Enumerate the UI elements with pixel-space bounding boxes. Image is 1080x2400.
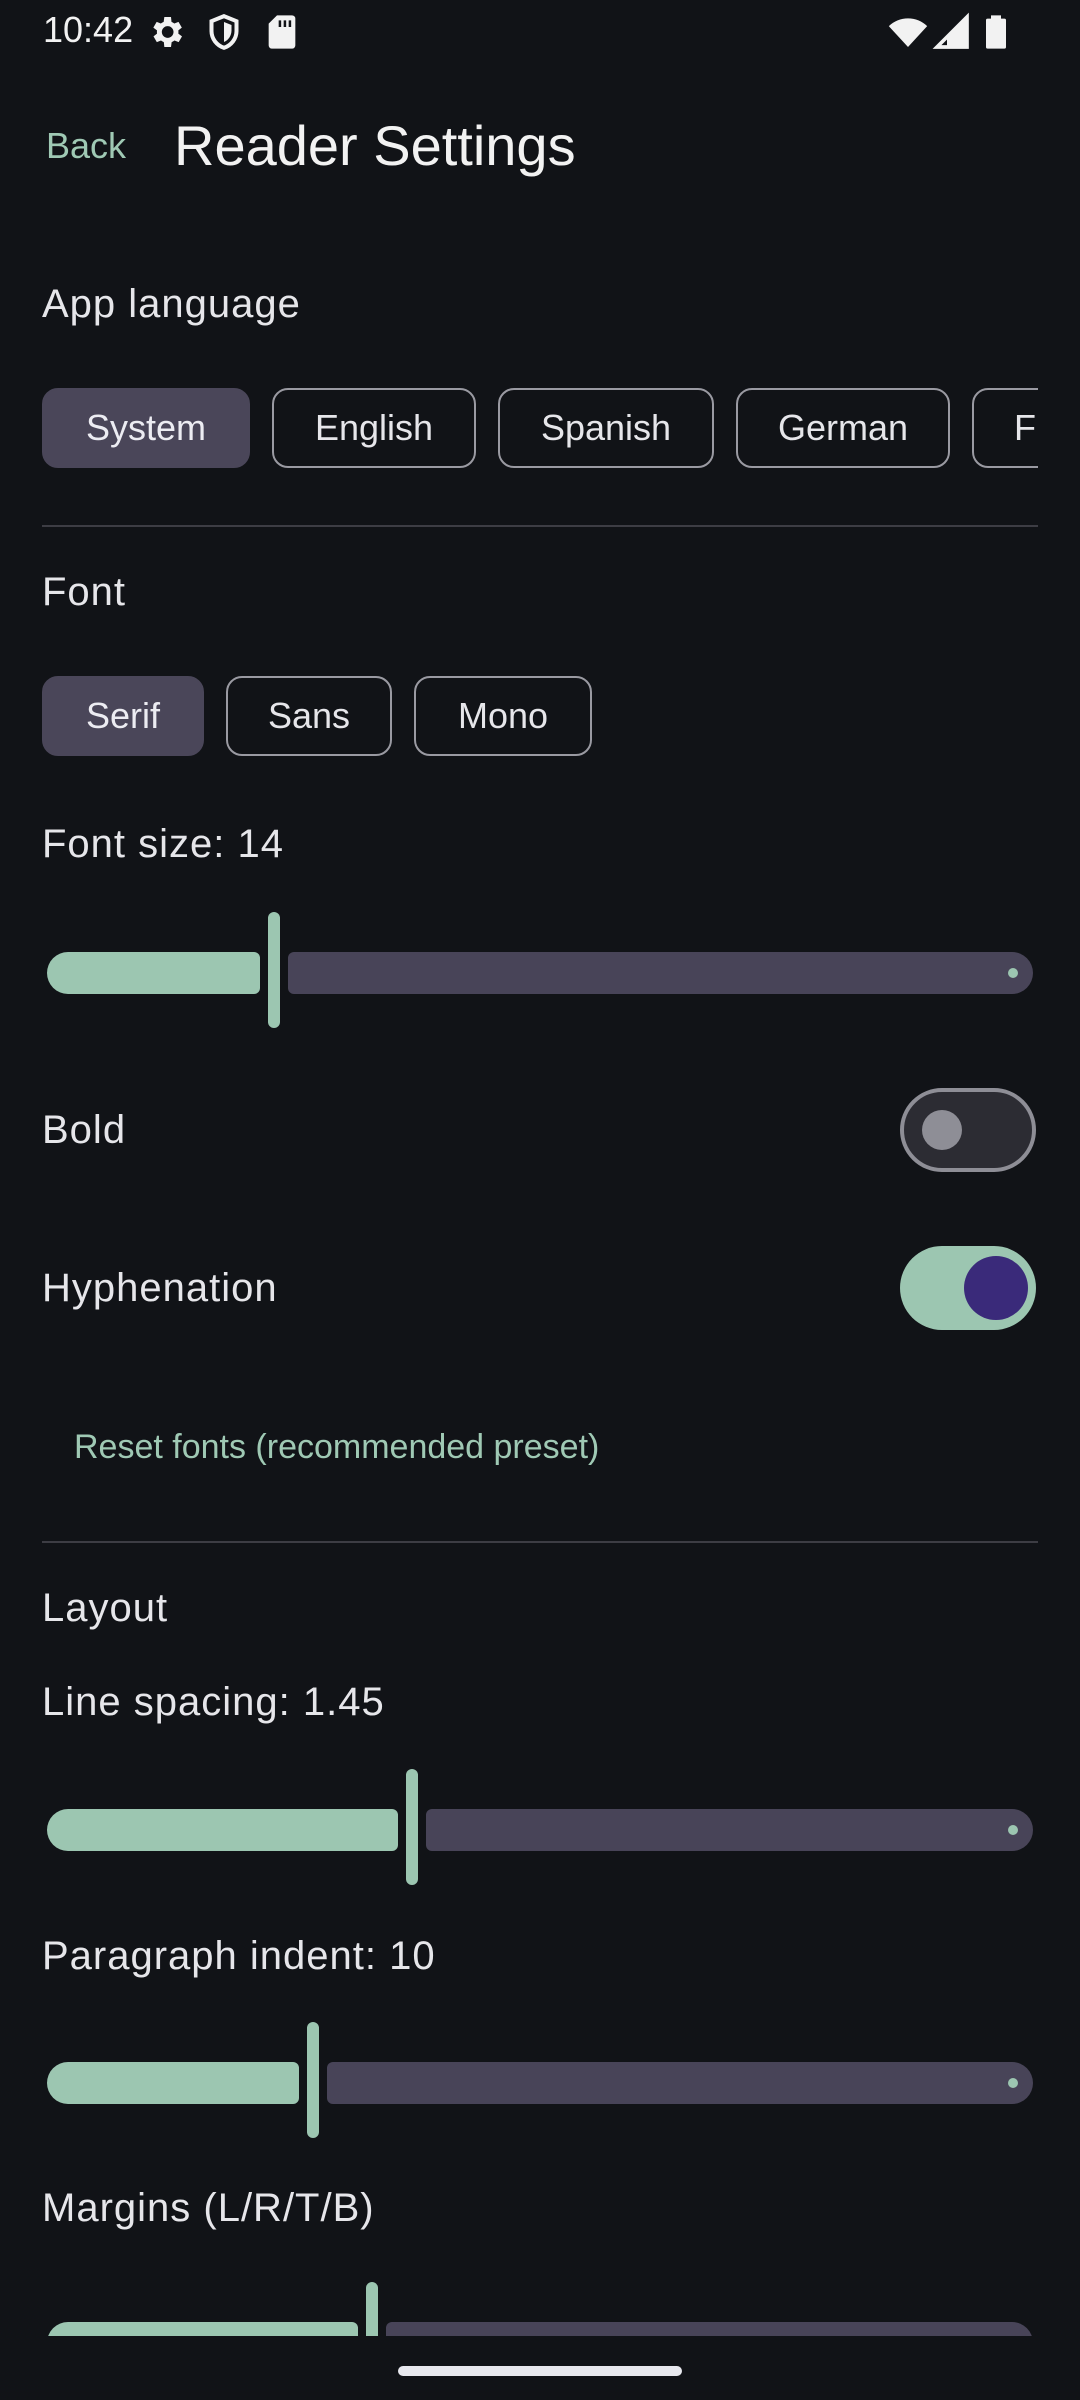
reset-fonts-button[interactable]: Reset fonts (recommended preset): [74, 1424, 599, 1470]
line-spacing-label: Line spacing: 1.45: [42, 1680, 385, 1724]
slider-active-track: [47, 2322, 359, 2336]
slider-end-dot: [1008, 968, 1018, 978]
switch-knob: [964, 1256, 1028, 1320]
status-time: 10:42: [43, 9, 134, 50]
layout-section-label: Layout: [42, 1586, 169, 1630]
slider-active-track: [47, 2062, 300, 2104]
slider-active-track: [47, 1809, 398, 1851]
home-gesture-bar[interactable]: [398, 2366, 682, 2376]
slider-active-track: [47, 952, 260, 994]
language-chip-row: System English Spanish German French: [42, 388, 1038, 472]
chip-language-system[interactable]: System: [42, 388, 250, 468]
chip-language-spanish[interactable]: Spanish: [498, 388, 714, 468]
chip-language-english[interactable]: English: [272, 388, 476, 468]
font-size-slider[interactable]: [42, 906, 1038, 1028]
chip-font-sans[interactable]: Sans: [226, 676, 392, 756]
settings-gear-icon: [153, 17, 182, 47]
line-spacing-slider[interactable]: [42, 1763, 1038, 1885]
slider-thumb[interactable]: [366, 2282, 379, 2336]
battery-icon: [986, 15, 1006, 49]
shield-icon: [209, 14, 239, 50]
bold-switch[interactable]: [900, 1088, 1036, 1172]
chip-font-mono[interactable]: Mono: [414, 676, 592, 756]
margins-slider-clip: [0, 2270, 1080, 2336]
hyphenation-switch[interactable]: [900, 1246, 1036, 1330]
slider-thumb[interactable]: [307, 2022, 320, 2138]
slider-inactive-track: [386, 2322, 1033, 2336]
slider-inactive-track: [287, 952, 1033, 994]
font-chip-row: Serif Sans Mono: [42, 676, 1038, 760]
slider-end-dot: [1008, 2078, 1018, 2088]
bold-label: Bold: [42, 1108, 127, 1152]
wifi-icon: [888, 18, 928, 47]
chip-font-serif[interactable]: Serif: [42, 676, 204, 756]
switch-knob: [922, 1110, 962, 1150]
margins-slider[interactable]: [42, 2276, 1038, 2336]
slider-inactive-track: [425, 1809, 1033, 1851]
chip-language-french[interactable]: French: [972, 388, 1038, 468]
page-title: Reader Settings: [174, 114, 576, 177]
chip-language-german[interactable]: German: [736, 388, 950, 468]
font-section-label: Font: [42, 570, 127, 614]
slider-end-dot: [1008, 1825, 1018, 1835]
margins-label: Margins (L/R/T/B): [42, 2186, 375, 2230]
slider-inactive-track: [327, 2062, 1033, 2104]
slider-thumb[interactable]: [405, 1769, 418, 1885]
app-language-label: App language: [42, 282, 301, 326]
divider: [42, 1541, 1038, 1543]
back-button[interactable]: Back: [46, 122, 126, 170]
slider-thumb[interactable]: [267, 912, 280, 1028]
paragraph-indent-label: Paragraph indent: 10: [42, 1934, 436, 1978]
paragraph-indent-slider[interactable]: [42, 2016, 1038, 2138]
font-size-label: Font size: 14: [42, 822, 285, 866]
divider: [42, 525, 1038, 527]
hyphenation-label: Hyphenation: [42, 1266, 278, 1310]
sd-card-icon: [268, 15, 296, 49]
cell-signal-icon: [932, 12, 969, 49]
